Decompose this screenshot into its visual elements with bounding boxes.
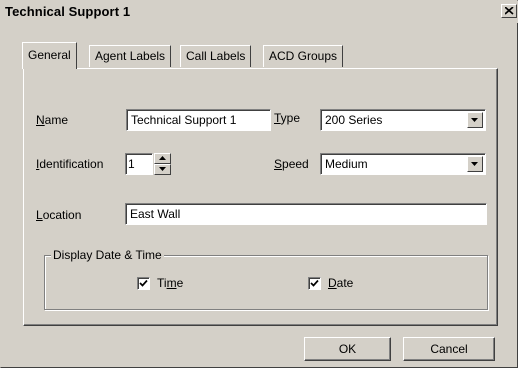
date-checkbox[interactable] — [308, 277, 321, 290]
location-input-value: East Wall — [130, 207, 181, 221]
spin-down-icon — [159, 167, 166, 171]
chevron-down-icon — [471, 118, 478, 122]
cancel-button-label: Cancel — [430, 342, 468, 356]
tab-general-label: General — [28, 48, 71, 62]
tab-agent-labels[interactable]: Agent Labels — [89, 45, 172, 67]
tab-general[interactable]: General — [22, 42, 77, 69]
type-dropdown-value: 200 Series — [325, 113, 383, 127]
time-checkbox-label[interactable]: Time — [157, 276, 183, 290]
check-icon — [310, 279, 319, 287]
tab-acd-groups[interactable]: ACD Groups — [263, 45, 344, 67]
identification-input-value: 1 — [128, 157, 135, 171]
tab-call-labels-label: Call Labels — [186, 49, 246, 63]
speed-dropdown-value: Medium — [325, 157, 368, 171]
name-label: Name — [36, 113, 69, 127]
identification-input[interactable]: 1 — [125, 153, 153, 175]
identification-label: Identification — [36, 157, 104, 171]
check-icon — [139, 279, 148, 287]
speed-dropdown[interactable]: Medium — [320, 153, 486, 175]
date-checkbox-label[interactable]: Date — [328, 276, 353, 290]
type-dropdown[interactable]: 200 Series — [320, 109, 486, 131]
name-input[interactable]: Technical Support 1 — [126, 109, 271, 131]
title-bar[interactable]: Technical Support 1 — [1, 1, 518, 23]
speed-label: Speed — [274, 157, 309, 171]
window-title: Technical Support 1 — [5, 4, 131, 19]
tab-call-labels[interactable]: Call Labels — [180, 45, 252, 67]
name-input-value: Technical Support 1 — [131, 113, 237, 127]
general-tab-panel: Name Technical Support 1 Type 200 Series… — [23, 68, 498, 326]
tab-acd-groups-label: ACD Groups — [269, 49, 338, 63]
time-checkbox[interactable] — [137, 277, 150, 290]
spin-up-button[interactable] — [154, 153, 171, 164]
spin-up-icon — [159, 156, 166, 160]
type-dropdown-button[interactable] — [467, 112, 483, 128]
display-date-time-legend: Display Date & Time — [51, 248, 164, 262]
ok-button-label: OK — [338, 342, 357, 356]
close-button[interactable] — [501, 4, 517, 18]
chevron-down-icon — [471, 162, 478, 166]
tab-agent-labels-label: Agent Labels — [95, 49, 166, 63]
dialog-window: Technical Support 1 General Agent Labels… — [0, 0, 518, 368]
identification-spinner — [154, 153, 171, 175]
display-date-time-group: Display Date & Time Time Date — [44, 248, 488, 310]
spin-down-button[interactable] — [154, 164, 171, 175]
close-icon — [505, 7, 514, 15]
cancel-button[interactable]: Cancel — [403, 337, 495, 361]
type-label: Type — [274, 111, 301, 125]
ok-button[interactable]: OK — [304, 337, 391, 361]
location-label: Location — [36, 208, 82, 222]
location-input[interactable]: East Wall — [125, 203, 487, 225]
speed-dropdown-button[interactable] — [467, 156, 483, 172]
